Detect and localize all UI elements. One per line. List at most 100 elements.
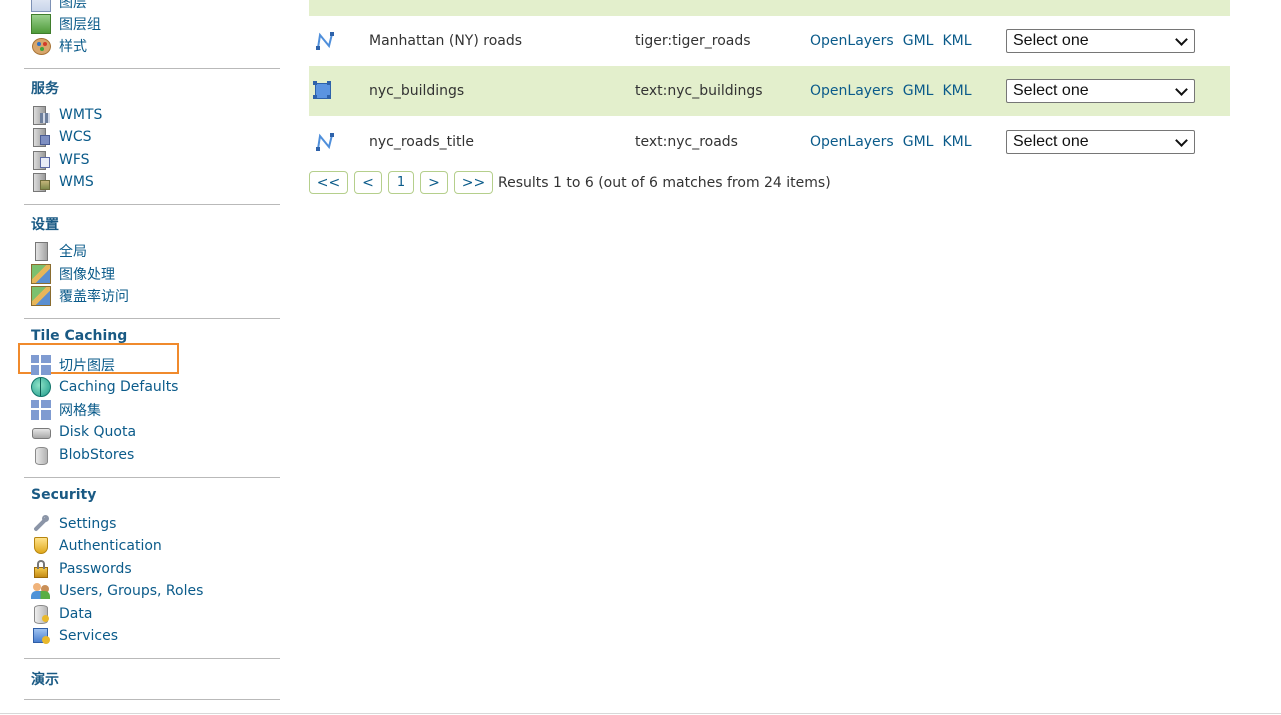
sidebar-item-label: WFS — [59, 152, 90, 168]
openlayers-link[interactable]: OpenLayers — [810, 83, 894, 99]
format-select[interactable]: Select one — [1006, 29, 1195, 53]
image-icon — [31, 264, 51, 284]
layer-id: tiger:tiger_roads — [635, 33, 751, 49]
users-icon — [31, 581, 51, 601]
sidebar-item-label: Data — [59, 606, 93, 622]
sidebar-item-label: 样式 — [59, 39, 87, 55]
last-page-button[interactable]: >> — [454, 171, 493, 194]
sidebar-item-security-services[interactable]: Services — [31, 625, 118, 647]
section-title-tile-caching: Tile Caching — [31, 328, 128, 344]
preview-links: OpenLayers GML KML — [810, 117, 981, 167]
sidebar-item-label: Authentication — [59, 538, 162, 554]
kml-link[interactable]: KML — [942, 83, 971, 99]
sidebar-item-label: Services — [59, 628, 119, 644]
current-page-button[interactable]: 1 — [388, 171, 414, 194]
format-select-value: Select one — [1013, 32, 1089, 49]
kml-link[interactable]: KML — [942, 33, 971, 49]
layer-name: Manhattan (NY) roads — [369, 33, 523, 49]
disk-icon — [31, 422, 51, 442]
prev-page-button[interactable]: < — [354, 171, 382, 194]
line-layer-icon — [315, 132, 335, 152]
sidebar-item-styles[interactable]: 样式 — [31, 35, 87, 57]
sidebar-item-label: BlobStores — [59, 447, 135, 463]
section-title-services: 服务 — [31, 81, 59, 97]
layer-icon — [31, 0, 51, 12]
wfs-icon — [31, 150, 51, 170]
sidebar-item-security-settings[interactable]: Settings — [31, 513, 116, 535]
sidebar-item-label: WMS — [59, 174, 94, 190]
divider — [24, 699, 280, 700]
sidebar-item-label: 图层 — [59, 0, 87, 11]
format-select[interactable]: Select one — [1006, 79, 1195, 103]
lock-icon — [31, 559, 51, 579]
sidebar: 图层 图层组 样式 服务 WMTS WCS WFS WMS 设置 全局 图像处理… — [0, 0, 290, 715]
server-icon — [31, 241, 51, 261]
sidebar-item-label: WCS — [59, 129, 92, 145]
kml-link[interactable]: KML — [942, 134, 971, 150]
table-row: nyc_buildings text:nyc_buildings OpenLay… — [309, 66, 1230, 116]
sidebar-item-disk-quota[interactable]: Disk Quota — [31, 421, 136, 443]
openlayers-link[interactable]: OpenLayers — [810, 33, 894, 49]
sidebar-item-layers[interactable]: 图层 — [31, 0, 87, 13]
gml-link[interactable]: GML — [903, 83, 934, 99]
shield-icon — [31, 536, 51, 556]
format-select-value: Select one — [1013, 133, 1089, 150]
sidebar-item-caching-defaults[interactable]: Caching Defaults — [31, 376, 178, 398]
sidebar-item-blobstores[interactable]: BlobStores — [31, 444, 134, 466]
table-row-partial — [309, 0, 1230, 16]
format-select[interactable]: Select one — [1006, 130, 1195, 154]
preview-links: OpenLayers GML KML — [810, 16, 981, 66]
divider — [24, 318, 280, 319]
divider — [24, 477, 280, 478]
gml-link[interactable]: GML — [903, 33, 934, 49]
grid-icon — [31, 400, 51, 420]
sidebar-item-label: Passwords — [59, 561, 132, 577]
format-select-value: Select one — [1013, 82, 1089, 99]
blob-icon — [31, 445, 51, 465]
divider — [24, 658, 280, 659]
sidebar-item-data[interactable]: Data — [31, 603, 92, 625]
sidebar-item-label: Users, Groups, Roles — [59, 583, 204, 599]
sidebar-item-label: 切片图层 — [59, 358, 115, 374]
sidebar-item-label: 覆盖率访问 — [59, 289, 129, 305]
chevron-down-icon — [1175, 32, 1188, 46]
pagination: << < 1 > >> Results 1 to 6 (out of 6 mat… — [309, 170, 831, 195]
wmts-icon — [31, 105, 51, 125]
sidebar-item-wfs[interactable]: WFS — [31, 149, 90, 171]
divider — [24, 68, 280, 69]
sidebar-item-label: 网格集 — [59, 403, 101, 419]
sidebar-item-authentication[interactable]: Authentication — [31, 535, 162, 557]
openlayers-link[interactable]: OpenLayers — [810, 134, 894, 150]
line-layer-icon — [315, 31, 335, 51]
grid-icon — [31, 355, 51, 375]
sidebar-item-gridsets[interactable]: 网格集 — [31, 399, 101, 421]
sidebar-item-label: WMTS — [59, 107, 103, 123]
preview-links: OpenLayers GML KML — [810, 66, 981, 116]
sidebar-item-users-groups-roles[interactable]: Users, Groups, Roles — [31, 580, 203, 602]
layer-group-icon — [31, 14, 51, 34]
wrench-icon — [31, 514, 51, 534]
sidebar-item-label: Caching Defaults — [59, 379, 179, 395]
sidebar-item-label: 全局 — [59, 244, 87, 260]
sidebar-item-image-processing[interactable]: 图像处理 — [31, 263, 115, 285]
sidebar-item-wcs[interactable]: WCS — [31, 126, 92, 148]
sidebar-item-passwords[interactable]: Passwords — [31, 558, 132, 580]
layer-id: text:nyc_roads — [635, 134, 738, 150]
results-summary: Results 1 to 6 (out of 6 matches from 24… — [498, 174, 831, 191]
next-page-button[interactable]: > — [420, 171, 448, 194]
section-title-security: Security — [31, 487, 97, 503]
first-page-button[interactable]: << — [309, 171, 348, 194]
gml-link[interactable]: GML — [903, 134, 934, 150]
sidebar-item-label: 图层组 — [59, 17, 101, 33]
style-palette-icon — [31, 36, 51, 56]
sidebar-item-wms[interactable]: WMS — [31, 171, 94, 193]
divider — [24, 204, 280, 205]
sidebar-item-wmts[interactable]: WMTS — [31, 104, 102, 126]
layer-id: text:nyc_buildings — [635, 83, 763, 99]
sidebar-item-global[interactable]: 全局 — [31, 240, 87, 262]
sidebar-item-label: Settings — [59, 516, 117, 532]
table-row: Manhattan (NY) roads tiger:tiger_roads O… — [309, 16, 1230, 66]
sidebar-item-coverage-access[interactable]: 覆盖率访问 — [31, 285, 129, 307]
sidebar-item-layer-groups[interactable]: 图层组 — [31, 13, 101, 35]
sidebar-item-tile-layers[interactable]: 切片图层 — [31, 354, 115, 376]
